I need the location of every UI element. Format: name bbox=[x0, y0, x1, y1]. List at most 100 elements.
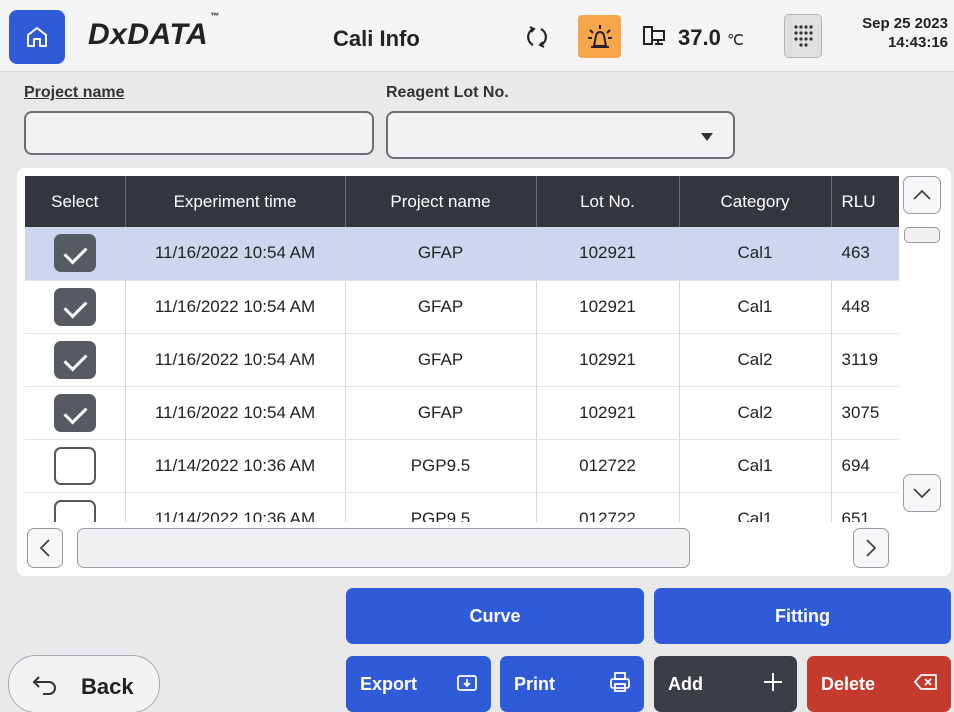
column-header-experiment-time[interactable]: Experiment time bbox=[125, 176, 346, 227]
scroll-down-button[interactable] bbox=[903, 474, 941, 512]
category-cell: Cal1 bbox=[679, 492, 832, 522]
computer-icon bbox=[643, 26, 665, 45]
export-folder-icon bbox=[457, 675, 477, 691]
temperature-readout: 37.0 ℃ bbox=[678, 25, 744, 50]
home-button[interactable] bbox=[9, 10, 65, 64]
alarm-button[interactable] bbox=[578, 15, 621, 58]
project-name-cell: PGP9.5 bbox=[345, 492, 537, 522]
time-text: 14:43:16 bbox=[887, 34, 948, 51]
row-checkbox[interactable] bbox=[53, 340, 96, 379]
experiment-time-cell: 11/14/2022 10:36 AM bbox=[125, 439, 346, 493]
scroll-left-button[interactable] bbox=[27, 528, 63, 568]
page-title: Cali Info bbox=[333, 26, 420, 51]
project-name-label[interactable]: Project name bbox=[24, 84, 124, 102]
reagent-lot-dropdown[interactable] bbox=[386, 111, 735, 159]
scroll-right-button[interactable] bbox=[853, 528, 889, 568]
rlu-cell: 448 bbox=[831, 280, 899, 334]
back-button[interactable]: Back bbox=[8, 655, 160, 712]
row-checkbox[interactable] bbox=[53, 393, 96, 432]
fitting-button[interactable]: Fitting bbox=[654, 588, 951, 644]
lot-no-cell: 102921 bbox=[536, 333, 680, 387]
rlu-cell: 3075 bbox=[831, 386, 899, 440]
rlu-cell: 3119 bbox=[831, 333, 899, 387]
select-cell[interactable] bbox=[25, 280, 126, 334]
project-name-cell: GFAP bbox=[345, 333, 537, 387]
print-button[interactable]: Print bbox=[500, 656, 644, 712]
row-checkbox[interactable] bbox=[53, 499, 96, 522]
top-bar: DxDATA™ Cali Info 37.0 ℃ Sep 25 2023 14:… bbox=[0, 0, 954, 72]
project-name-input[interactable] bbox=[24, 111, 374, 155]
rlu-cell: 651 bbox=[831, 492, 899, 522]
app-logo: DxDATA™ bbox=[88, 11, 220, 51]
plus-icon bbox=[764, 673, 782, 691]
column-header-project-name[interactable]: Project name bbox=[345, 176, 537, 227]
lot-no-cell: 012722 bbox=[536, 439, 680, 493]
experiment-time-cell: 11/16/2022 10:54 AM bbox=[125, 227, 346, 281]
delete-button[interactable]: Delete bbox=[807, 656, 951, 712]
column-header-category[interactable]: Category bbox=[679, 176, 832, 227]
chevron-up-icon bbox=[913, 189, 931, 200]
calibration-table-panel: Select Experiment time Project name Lot … bbox=[17, 168, 951, 576]
table-row[interactable]: 11/16/2022 10:54 AM GFAP 102921 Cal2 311… bbox=[25, 333, 899, 387]
printer-icon bbox=[610, 672, 630, 692]
calibration-table: Select Experiment time Project name Lot … bbox=[25, 176, 899, 522]
select-cell[interactable] bbox=[25, 492, 126, 522]
rlu-cell: 694 bbox=[831, 439, 899, 493]
alarm-light-icon bbox=[587, 24, 612, 48]
backspace-icon bbox=[914, 674, 937, 690]
sync-icon[interactable] bbox=[524, 24, 550, 50]
select-cell[interactable] bbox=[25, 227, 126, 281]
scroll-up-button[interactable] bbox=[903, 176, 941, 214]
select-cell[interactable] bbox=[25, 333, 126, 387]
category-cell: Cal2 bbox=[679, 333, 832, 387]
delete-button-label: Delete bbox=[821, 673, 876, 694]
table-row[interactable]: 11/16/2022 10:54 AM GFAP 102921 Cal1 448 bbox=[25, 280, 899, 334]
date-time: Sep 25 2023 14:43:16 bbox=[862, 14, 948, 52]
date-text: Sep 25 2023 bbox=[862, 15, 948, 32]
project-name-cell: GFAP bbox=[345, 386, 537, 440]
project-name-cell: PGP9.5 bbox=[345, 439, 537, 493]
lot-no-cell: 102921 bbox=[536, 280, 680, 334]
keypad-icon bbox=[794, 25, 813, 47]
row-checkbox[interactable] bbox=[53, 446, 96, 485]
experiment-time-cell: 11/16/2022 10:54 AM bbox=[125, 333, 346, 387]
keypad-button[interactable] bbox=[784, 14, 822, 58]
export-button[interactable]: Export bbox=[346, 656, 491, 712]
table-row[interactable]: 11/14/2022 10:36 AM PGP9.5 012722 Cal1 6… bbox=[25, 492, 899, 522]
table-row[interactable]: 11/14/2022 10:36 AM PGP9.5 012722 Cal1 6… bbox=[25, 439, 899, 493]
column-header-select[interactable]: Select bbox=[25, 176, 126, 227]
back-arrow-icon bbox=[32, 676, 56, 695]
row-checkbox[interactable] bbox=[53, 234, 96, 273]
table-row[interactable]: 11/16/2022 10:54 AM GFAP 102921 Cal2 307… bbox=[25, 386, 899, 440]
table-viewport[interactable]: Select Experiment time Project name Lot … bbox=[25, 176, 899, 522]
category-cell: Cal2 bbox=[679, 386, 832, 440]
experiment-time-cell: 11/16/2022 10:54 AM bbox=[125, 386, 346, 440]
table-row[interactable]: 11/16/2022 10:54 AM GFAP 102921 Cal1 463 bbox=[25, 227, 899, 281]
curve-button-label: Curve bbox=[469, 605, 521, 626]
column-header-lot-no[interactable]: Lot No. bbox=[536, 176, 680, 227]
chevron-left-icon bbox=[39, 539, 50, 557]
dropdown-arrow-icon bbox=[701, 133, 713, 141]
chevron-down-icon bbox=[913, 488, 931, 499]
fitting-button-label: Fitting bbox=[775, 605, 830, 626]
category-cell: Cal1 bbox=[679, 227, 832, 281]
row-checkbox[interactable] bbox=[53, 287, 96, 326]
lot-no-cell: 102921 bbox=[536, 386, 680, 440]
rlu-cell: 463 bbox=[831, 227, 899, 281]
reagent-lot-label: Reagent Lot No. bbox=[386, 84, 509, 101]
chevron-right-icon bbox=[866, 539, 877, 557]
home-icon bbox=[27, 27, 47, 47]
curve-button[interactable]: Curve bbox=[346, 588, 644, 644]
print-button-label: Print bbox=[514, 673, 556, 694]
add-button[interactable]: Add bbox=[654, 656, 797, 712]
horizontal-scroll-thumb[interactable] bbox=[77, 528, 690, 568]
column-header-rlu[interactable]: RLU bbox=[831, 176, 899, 227]
project-name-cell: GFAP bbox=[345, 227, 537, 281]
experiment-time-cell: 11/16/2022 10:54 AM bbox=[125, 280, 346, 334]
vertical-scroll-thumb[interactable] bbox=[904, 227, 940, 243]
add-button-label: Add bbox=[668, 673, 703, 694]
select-cell[interactable] bbox=[25, 386, 126, 440]
select-cell[interactable] bbox=[25, 439, 126, 493]
category-cell: Cal1 bbox=[679, 280, 832, 334]
back-button-label: Back bbox=[81, 674, 134, 699]
